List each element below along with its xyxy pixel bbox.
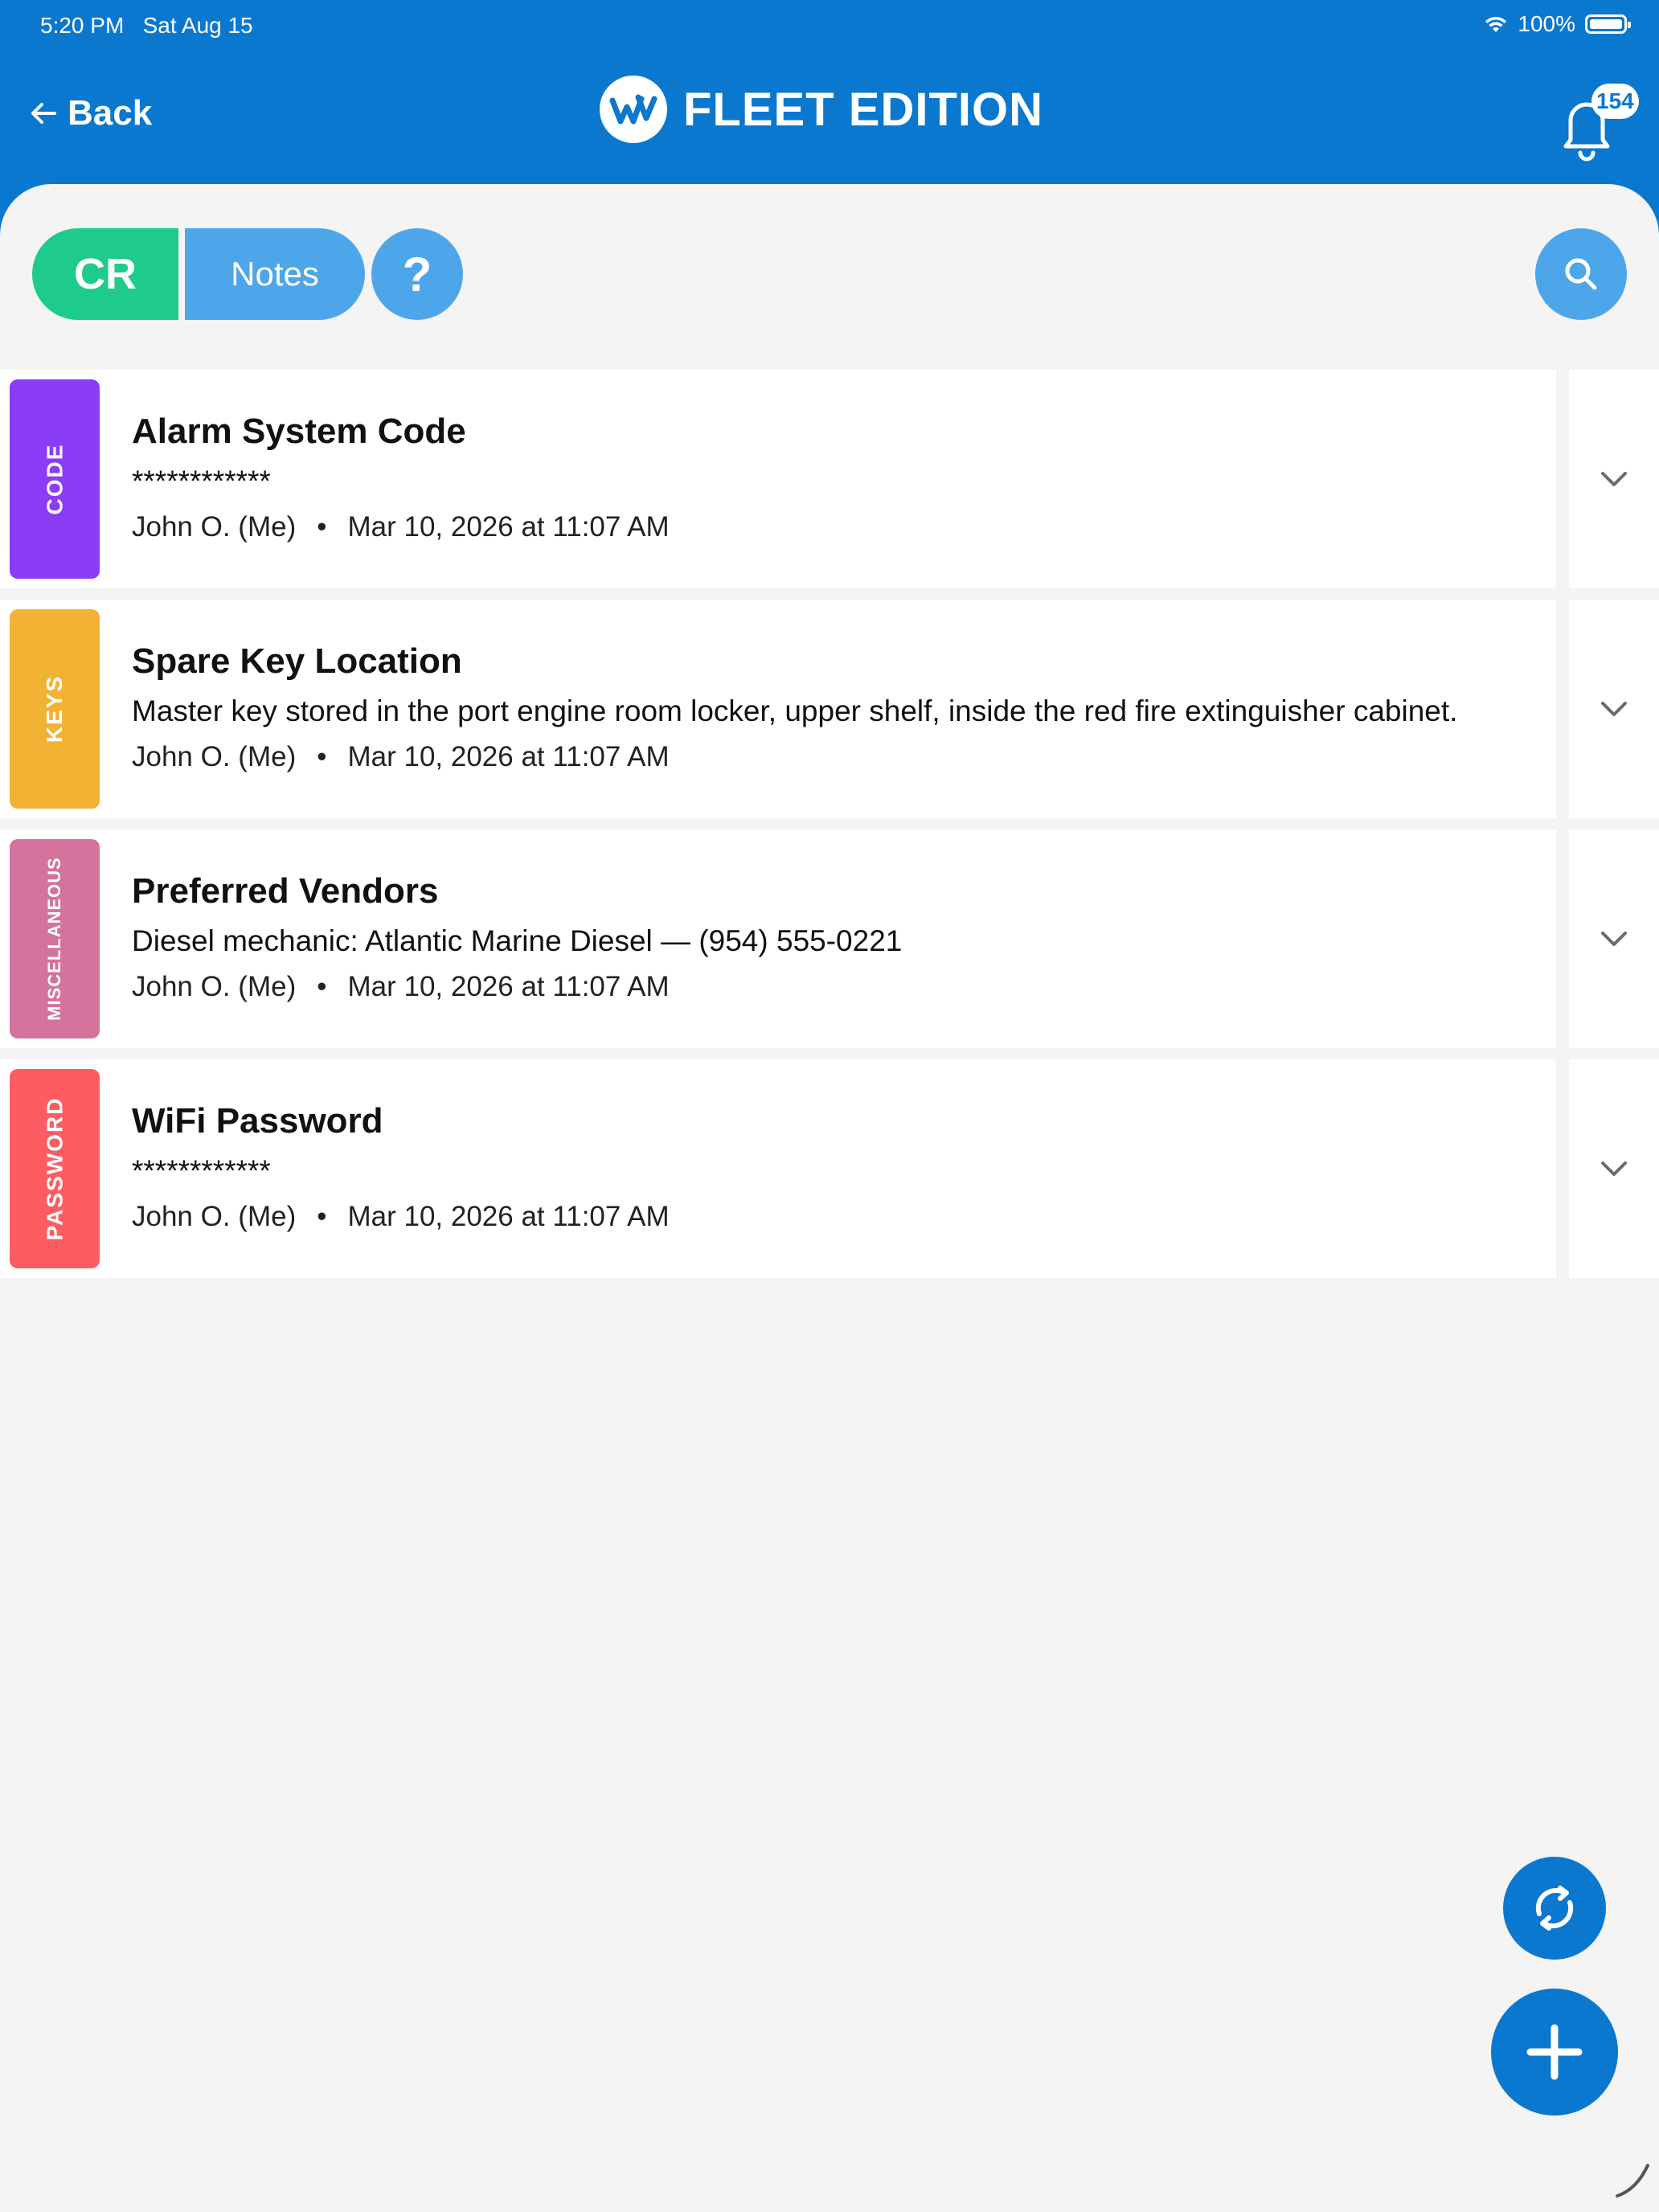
note-meta: John O. (Me) • Mar 10, 2026 at 11:07 AM: [132, 741, 670, 773]
battery-icon: [1585, 14, 1631, 34]
note-row: CODE Alarm System Code ************ John…: [0, 370, 1659, 588]
meta-separator: •: [317, 1201, 327, 1232]
meta-separator: •: [317, 511, 327, 543]
brand-name: FLEET EDITION: [683, 83, 1043, 136]
status-date: Sat Aug 15: [142, 13, 253, 38]
expand-button[interactable]: [1569, 600, 1659, 818]
note-category-tag: CODE: [10, 379, 100, 579]
note-body: ************: [132, 465, 271, 498]
help-button[interactable]: ?: [371, 228, 463, 320]
notes-screen: CR Notes ? CODE Alarm System Code ******…: [0, 184, 1659, 2212]
note-category-tag: PASSWORD: [10, 1069, 100, 1268]
note-category-tag: MISCELLANEOUS: [10, 839, 100, 1038]
note-category-label: PASSWORD: [42, 1096, 68, 1241]
add-note-button[interactable]: [1491, 1989, 1618, 2116]
note-title: Preferred Vendors: [132, 871, 439, 911]
note-timestamp: Mar 10, 2026 at 11:07 AM: [347, 741, 670, 772]
arrow-left-icon: [31, 103, 56, 124]
chevron-down-icon: [1601, 472, 1627, 486]
note-card[interactable]: MISCELLANEOUS Preferred Vendors Diesel m…: [0, 830, 1556, 1048]
plus-icon: [1526, 2024, 1583, 2080]
note-body: Master key stored in the port engine roo…: [132, 694, 1458, 727]
chevron-down-icon: [1601, 932, 1627, 946]
status-indicators: 100%: [1484, 11, 1631, 37]
note-card[interactable]: PASSWORD WiFi Password ************ John…: [0, 1059, 1556, 1278]
chevron-down-icon: [1601, 702, 1627, 716]
search-button[interactable]: [1535, 228, 1627, 320]
toolbar: CR Notes ?: [32, 228, 463, 320]
back-label: Back: [68, 93, 153, 133]
expand-button[interactable]: [1569, 370, 1659, 588]
status-bar: 5:20 PM Sat Aug 15 100%: [0, 0, 1659, 51]
notes-tab[interactable]: Notes: [185, 228, 365, 320]
resize-handle-icon: [1616, 2164, 1649, 2198]
notification-badge: 154: [1591, 84, 1639, 119]
note-row: PASSWORD WiFi Password ************ John…: [0, 1059, 1659, 1278]
meta-separator: •: [317, 741, 327, 772]
notifications-button[interactable]: 154: [1555, 84, 1639, 162]
search-icon: [1565, 258, 1597, 290]
note-category-label: CODE: [42, 443, 67, 515]
note-category-tag: KEYS: [10, 609, 100, 809]
vessel-cr-button[interactable]: CR: [32, 228, 178, 320]
note-author: John O. (Me): [132, 741, 297, 772]
sync-button[interactable]: [1503, 1857, 1606, 1960]
note-row: MISCELLANEOUS Preferred Vendors Diesel m…: [0, 830, 1659, 1048]
note-card[interactable]: KEYS Spare Key Location Master key store…: [0, 600, 1556, 818]
app-header: Back FLEET EDITION 154: [0, 51, 1659, 185]
battery-percentage: 100%: [1518, 11, 1575, 36]
meta-separator: •: [317, 971, 327, 1002]
note-title: Alarm System Code: [132, 412, 466, 451]
expand-button[interactable]: [1569, 830, 1659, 1048]
wifi-icon: [1485, 16, 1507, 32]
note-timestamp: Mar 10, 2026 at 11:07 AM: [347, 511, 670, 543]
note-meta: John O. (Me) • Mar 10, 2026 at 11:07 AM: [132, 971, 670, 1003]
status-time: 5:20 PM Sat Aug 15: [40, 13, 253, 39]
note-title: Spare Key Location: [132, 641, 462, 681]
note-card[interactable]: CODE Alarm System Code ************ John…: [0, 370, 1556, 588]
fleet-logo-icon: [600, 76, 667, 143]
chevron-down-icon: [1601, 1161, 1627, 1176]
back-button[interactable]: Back: [27, 93, 152, 133]
note-timestamp: Mar 10, 2026 at 11:07 AM: [347, 971, 670, 1002]
note-meta: John O. (Me) • Mar 10, 2026 at 11:07 AM: [132, 1201, 670, 1233]
note-title: WiFi Password: [132, 1101, 383, 1141]
note-category-label: KEYS: [42, 674, 67, 743]
note-row: KEYS Spare Key Location Master key store…: [0, 600, 1659, 818]
brand: FLEET EDITION: [600, 76, 1043, 143]
note-category-label: MISCELLANEOUS: [44, 857, 64, 1021]
note-meta: John O. (Me) • Mar 10, 2026 at 11:07 AM: [132, 511, 670, 543]
notes-list: CODE Alarm System Code ************ John…: [0, 370, 1659, 1289]
note-author: John O. (Me): [132, 1201, 297, 1232]
expand-button[interactable]: [1569, 1059, 1659, 1278]
note-author: John O. (Me): [132, 511, 297, 543]
status-clock: 5:20 PM: [40, 13, 125, 38]
note-timestamp: Mar 10, 2026 at 11:07 AM: [347, 1201, 670, 1232]
note-body: Diesel mechanic: Atlantic Marine Diesel …: [132, 924, 903, 957]
note-body: ************: [132, 1154, 271, 1187]
sync-icon: [1535, 1886, 1574, 1931]
note-author: John O. (Me): [132, 971, 297, 1002]
